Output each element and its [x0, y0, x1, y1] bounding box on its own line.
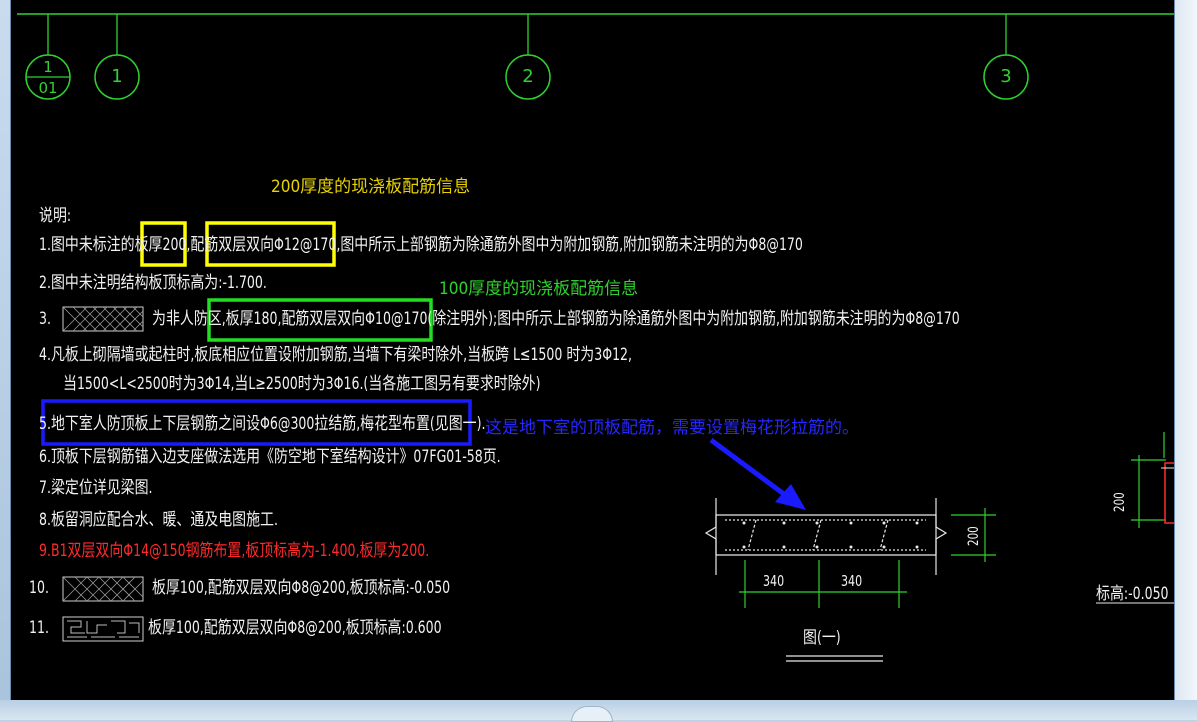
- slab-dimensions: [739, 508, 996, 608]
- note-line-7: 7.梁定位详见梁图.: [39, 478, 153, 498]
- side-detail-section: [1164, 462, 1174, 524]
- note-line-3-number: 3.: [39, 309, 51, 329]
- cad-drawing-canvas[interactable]: 1 01 1 2 3 200厚度的现浇板配筋信息 说明: 1.图中未标注的板厚2…: [10, 0, 1175, 700]
- note-line-11-number: 11.: [29, 618, 49, 638]
- axis-bubble-1-label: 1: [111, 66, 123, 87]
- note-line-11: 板厚100,配筋双层双向Φ8@200,板顶标高:0.600: [148, 618, 442, 638]
- note-line-5: 5.地下室人防顶板上下层钢筋之间设Φ6@300拉结筋,梅花型布置(见图一).: [39, 414, 486, 434]
- notes-heading: 说明:: [39, 206, 72, 226]
- note-line-10: 板厚100,配筋双层双向Φ8@200,板顶标高:-0.050: [152, 578, 451, 598]
- side-elevation-label: 标高:-0.050: [1096, 584, 1169, 604]
- caption-underline: [786, 655, 883, 662]
- rebar-dots: [742, 521, 919, 549]
- side-dim-label: 200: [1112, 492, 1128, 512]
- note-line-1: 1.图中未标注的板厚200,配筋双层双向Φ12@170,图中所示上部钢筋为除通筋…: [39, 235, 803, 255]
- axis-bubble-01-bottom-label: 01: [38, 79, 58, 97]
- slab-detail: [704, 498, 948, 575]
- note-line-3: 为非人防区,板厚180,配筋双层双向Φ10@170(除注明外);图中所示上部钢筋…: [152, 309, 960, 329]
- detail-caption: 图(一): [803, 628, 841, 648]
- side-detail-dimensions: [1131, 432, 1166, 528]
- axis-bubble-3-label: 3: [1000, 66, 1012, 87]
- vertical-scrollbar[interactable]: [1174, 0, 1197, 700]
- axis-bubble-2-label: 2: [522, 66, 534, 87]
- dim-height-label: 200: [966, 526, 982, 546]
- hatch-pattern-11: [67, 620, 140, 638]
- title-200-slab: 200厚度的现浇板配筋信息: [271, 177, 471, 197]
- hatch-crosses-10: [62, 576, 144, 602]
- note-line-10-number: 10.: [29, 578, 49, 598]
- note-line-4a: 4.凡板上砌隔墙或起柱时,板底相应位置设附加钢筋,当墙下有梁时除外,当板跨 L≤…: [39, 345, 633, 365]
- title-100-slab: 100厚度的现浇板配筋信息: [439, 279, 639, 299]
- hatch-crosses-3: [62, 306, 144, 332]
- annotation-roof-slab-note: 这是地下室的顶板配筋，需要设置梅花形拉筋的。: [485, 418, 859, 438]
- note-line-8: 8.板留洞应配合水、暖、通及电图施工.: [39, 510, 278, 530]
- axis-bubble-01-top-label: 1: [43, 58, 53, 76]
- note-line-4b: 当1500<L<2500时为3Φ14,当L≥2500时为3Φ16.(当各施工图另…: [63, 374, 541, 394]
- note-line-2: 2.图中未注明结构板顶标高为:-1.700.: [39, 273, 267, 293]
- dim-left-label: 340: [763, 572, 785, 590]
- dim-right-label: 340: [841, 572, 863, 590]
- note-line-9: 9.B1双层双向Φ14@150钢筋布置,板顶标高为-1.400,板厚为200.: [39, 541, 430, 561]
- note-line-6: 6.顶板下层钢筋锚入边支座做法选用《防空地下室结构设计》07FG01-58页.: [39, 447, 501, 467]
